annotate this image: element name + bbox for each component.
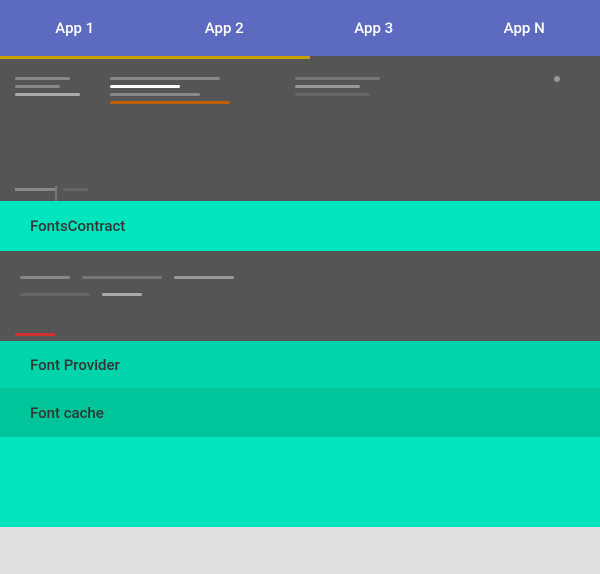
dark2-lines-row1 xyxy=(20,271,580,284)
dark2-lines-row2 xyxy=(20,288,580,301)
bottom-lines xyxy=(15,188,88,191)
font-provider-section: Font Provider xyxy=(0,341,600,389)
bottom-connector-area xyxy=(15,188,88,191)
app2-orange-line xyxy=(110,101,230,104)
appN-dot xyxy=(554,76,560,82)
d2-line4 xyxy=(20,293,90,296)
app-tab-1: App 1 xyxy=(39,11,110,45)
app3-content xyxy=(295,72,380,101)
font-cache-section: Font cache xyxy=(0,389,600,437)
app3-line3 xyxy=(295,93,370,96)
red-connector xyxy=(15,333,55,336)
app1-content xyxy=(15,72,80,101)
app-tab-2: App 2 xyxy=(189,11,260,45)
app2-content xyxy=(110,72,230,109)
dark-section-2 xyxy=(0,251,600,341)
app3-line1 xyxy=(295,77,380,80)
app3-line2 xyxy=(295,85,360,88)
d2-line5 xyxy=(102,293,142,296)
vertical-connector xyxy=(55,186,57,201)
d2-line1 xyxy=(20,276,70,279)
app2-line2 xyxy=(110,93,200,96)
app-tab-3: App 3 xyxy=(338,11,409,45)
app-tab-n: App N xyxy=(488,11,561,45)
fonts-contract-label: FontsContract xyxy=(30,217,125,235)
app1-line2 xyxy=(15,85,60,88)
dark-section-1 xyxy=(0,56,600,201)
fonts-contract-section: FontsContract xyxy=(0,201,600,251)
app1-line1 xyxy=(15,77,70,80)
bottom-teal-section xyxy=(0,437,600,527)
font-cache-label: Font cache xyxy=(30,404,104,422)
d2-line2 xyxy=(82,276,162,279)
d2-line3 xyxy=(174,276,234,279)
app2-white-line xyxy=(110,85,180,88)
connector-line-1 xyxy=(15,188,55,191)
app-bar: App 1 App 2 App 3 App N xyxy=(0,0,600,56)
yellow-line xyxy=(0,56,310,59)
main-container: App 1 App 2 App 3 App N xyxy=(0,0,600,574)
font-provider-label: Font Provider xyxy=(30,356,120,374)
app1-line3 xyxy=(15,93,80,96)
connector-line-2 xyxy=(63,188,88,191)
app2-line1 xyxy=(110,77,220,80)
appN-content xyxy=(554,76,560,82)
